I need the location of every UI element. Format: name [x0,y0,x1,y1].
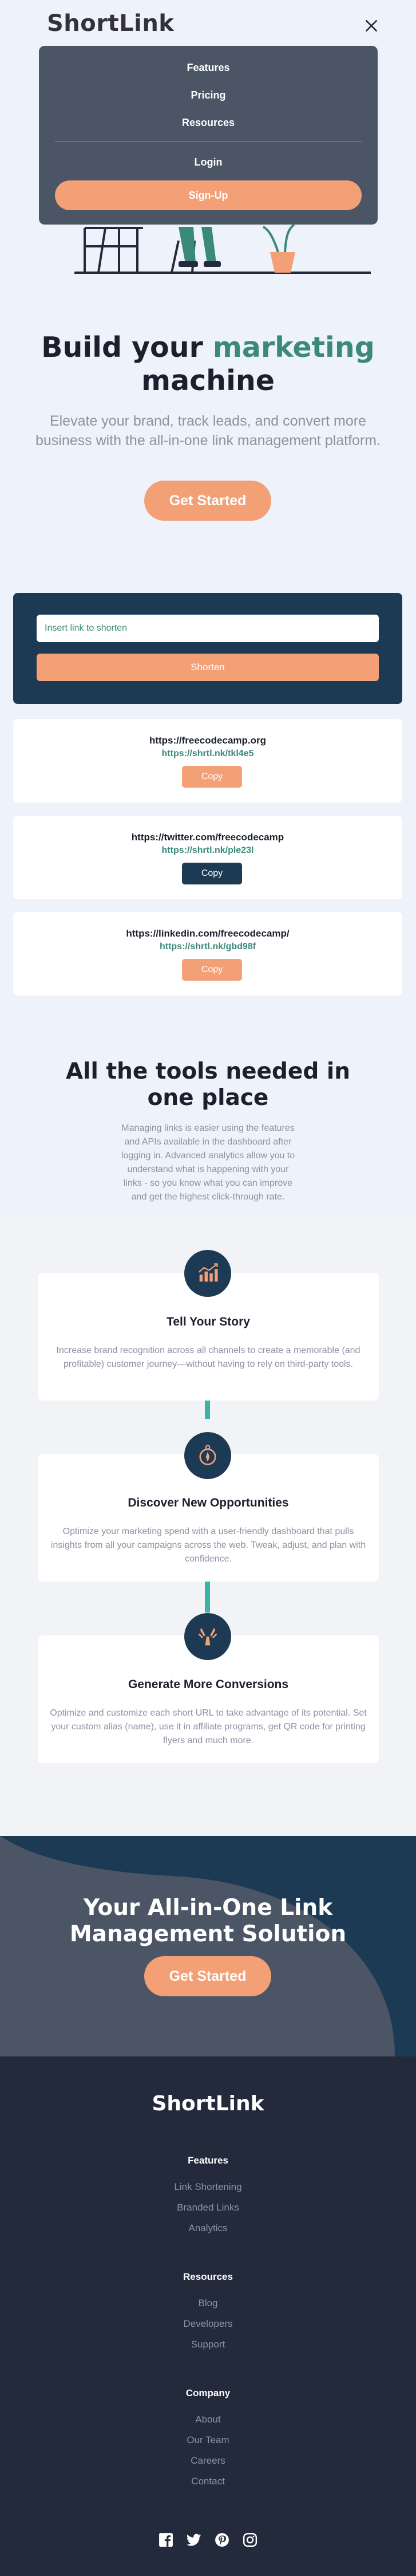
footer-link[interactable]: Our Team [0,2435,416,2446]
close-icon [366,20,377,32]
mobile-menu: Features Pricing Resources Login Sign-Up [39,46,378,225]
site-footer: ShortLink Features Link Shortening Brand… [0,2056,416,2576]
menu-item-pricing[interactable]: Pricing [191,87,225,103]
pinterest-icon [215,2533,229,2547]
result-card: https://freecodecamp.org https://shrtl.n… [13,719,402,803]
footer-heading-company: Company [185,2388,231,2398]
pinterest-link[interactable] [214,2532,230,2548]
original-url: https://twitter.com/freecodecamp [131,832,284,843]
copy-button[interactable]: Copy [182,959,242,981]
short-url[interactable]: https://shrtl.nk/ple23l [13,845,402,856]
login-link[interactable]: Login [195,154,223,170]
logo[interactable]: ShortLink [47,10,174,37]
footer-link[interactable]: Developers [0,2318,416,2330]
signup-button[interactable]: Sign-Up [55,180,362,210]
short-url[interactable]: https://shrtl.nk/tkl4e5 [13,749,402,759]
chart-icon [198,1263,218,1282]
feature-icon-badge [184,1613,231,1660]
shorten-form: Shorten [13,593,402,704]
copy-button[interactable]: Copy [182,766,242,788]
feature-text: Optimize and customize each short URL to… [50,1708,367,1745]
feature-text: Optimize your marketing spend with a use… [50,1527,366,1564]
feature-title: Discover New Opportunities [128,1496,289,1509]
hero-subtitle: Elevate your brand, track leads, and con… [35,413,381,449]
footer-link[interactable]: About [0,2414,416,2425]
hero-get-started-button[interactable]: Get Started [144,481,271,521]
facebook-icon [159,2533,173,2547]
footer-link[interactable]: Support [0,2339,416,2350]
site-header: ShortLink [0,0,416,52]
footer-link[interactable]: Contact [0,2476,416,2487]
hero-title: Build your marketing machine [0,331,416,398]
instagram-icon [243,2532,257,2547]
result-card: https://linkedin.com/freecodecamp/ https… [13,912,402,996]
footer-link[interactable]: Blog [0,2298,416,2309]
hero-title-start: Build your [41,331,203,364]
footer-heading-features: Features [188,2155,228,2166]
feature-icon-badge [184,1432,231,1479]
url-input[interactable] [37,615,379,642]
tools-icon [198,1627,217,1646]
twitter-link[interactable] [186,2532,202,2548]
original-url: https://linkedin.com/freecodecamp/ [126,928,290,939]
original-url: https://freecodecamp.org [149,735,267,746]
twitter-icon [187,2534,201,2546]
result-card: https://twitter.com/freecodecamp https:/… [13,816,402,899]
features-title: All the tools needed in one place [66,1059,350,1111]
footer-logo[interactable]: ShortLink [0,2092,416,2115]
footer-link[interactable]: Careers [0,2455,416,2467]
instagram-link[interactable] [242,2532,258,2548]
shorten-button[interactable]: Shorten [37,654,379,681]
boost-section: Your All-in-One Link Management Solution… [0,1836,416,2056]
facebook-link[interactable] [158,2532,174,2548]
short-url[interactable]: https://shrtl.nk/gbd98f [13,942,402,952]
footer-link[interactable]: Branded Links [0,2202,416,2213]
footer-link[interactable]: Link Shortening [0,2181,416,2193]
features-description: Managing links is easier using the featu… [121,1123,295,1202]
menu-item-features[interactable]: Features [187,60,229,76]
boost-title: Your All-in-One Link Management Solution [69,1895,347,1947]
menu-item-resources[interactable]: Resources [182,115,235,131]
close-menu-button[interactable] [362,16,381,36]
feature-icon-badge [184,1250,231,1297]
feature-title: Generate More Conversions [128,1678,289,1691]
feature-text: Increase brand recognition across all ch… [56,1346,360,1369]
boost-get-started-button[interactable]: Get Started [144,1956,271,1996]
footer-heading-resources: Resources [183,2271,233,2282]
footer-link[interactable]: Analytics [0,2223,416,2234]
copy-button[interactable]: Copy [182,863,242,884]
hero-title-end: machine [141,364,275,397]
hero-title-accent: marketing [212,331,375,364]
feature-title: Tell Your Story [167,1315,250,1328]
compass-icon [199,1445,216,1465]
page: ShortLink Features Pricing Resources Log… [0,0,416,2576]
